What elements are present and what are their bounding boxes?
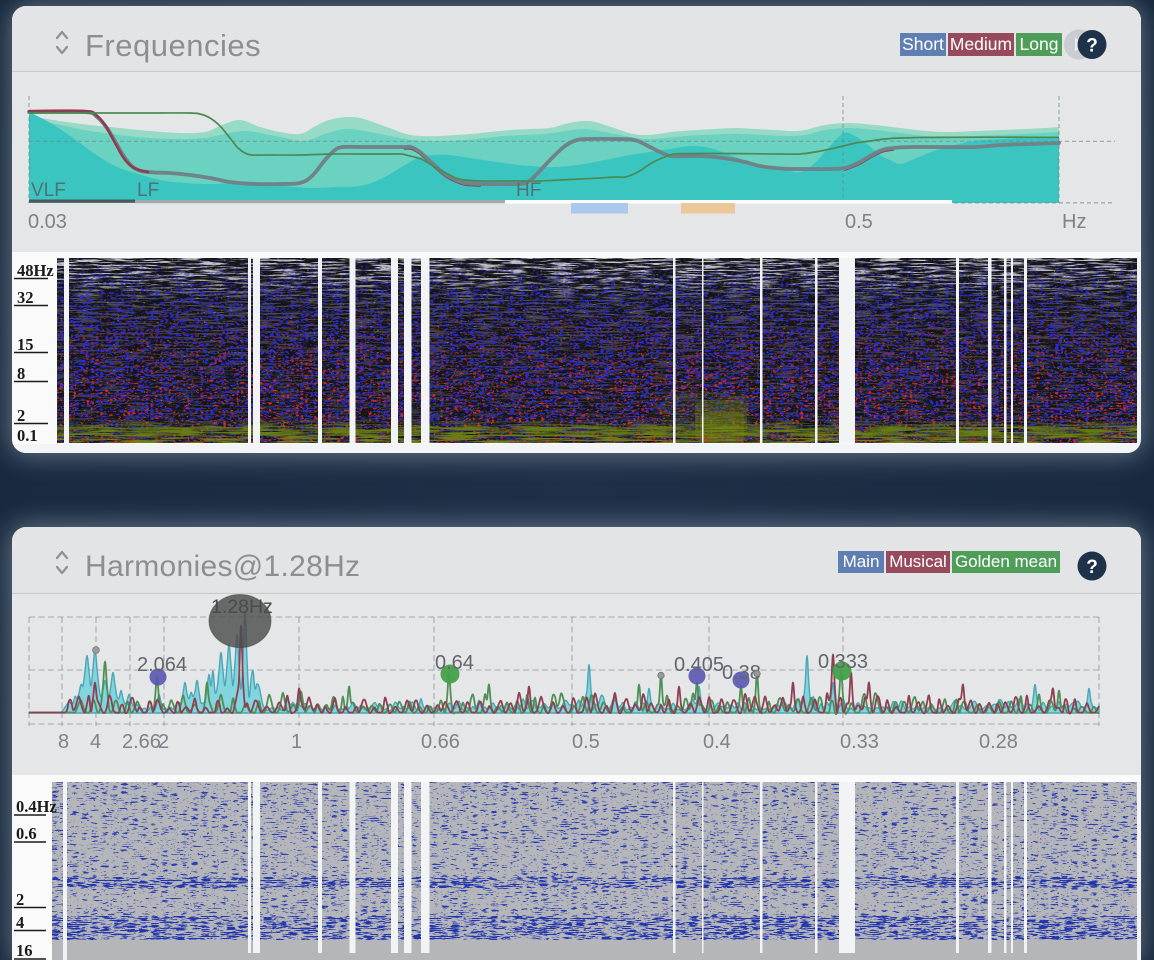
svg-text:0.28: 0.28	[979, 731, 1018, 753]
svg-text:0.4: 0.4	[703, 731, 731, 753]
svg-text:0.6: 0.6	[16, 824, 37, 843]
svg-text:8: 8	[17, 364, 25, 383]
svg-text:2.66: 2.66	[122, 731, 161, 753]
svg-text:1.28Hz: 1.28Hz	[211, 596, 273, 618]
svg-text:HF: HF	[516, 180, 541, 201]
svg-text:Short: Short	[902, 34, 944, 54]
svg-text:0.33: 0.33	[840, 731, 879, 753]
svg-text:0.5: 0.5	[572, 731, 600, 753]
svg-text:48Hz: 48Hz	[17, 261, 54, 280]
svg-text:0.03: 0.03	[28, 211, 67, 233]
svg-text:2: 2	[158, 731, 169, 753]
svg-text:?: ?	[1086, 557, 1098, 578]
svg-text:Golden mean: Golden mean	[955, 552, 1057, 571]
svg-text:0.1: 0.1	[17, 426, 38, 445]
svg-text:Main: Main	[843, 552, 880, 571]
svg-text:2: 2	[17, 406, 25, 425]
svg-text:16: 16	[16, 941, 33, 960]
svg-text:?: ?	[1086, 36, 1098, 57]
svg-text:Medium: Medium	[950, 34, 1012, 54]
svg-text:LF: LF	[137, 180, 159, 201]
svg-text:Frequencies: Frequencies	[85, 28, 261, 63]
svg-text:0.66: 0.66	[421, 731, 460, 753]
svg-text:1: 1	[291, 731, 302, 753]
svg-text:2.064: 2.064	[137, 654, 187, 676]
svg-text:0.5: 0.5	[845, 211, 873, 233]
svg-text:0.405: 0.405	[674, 654, 724, 676]
svg-text:15: 15	[17, 335, 34, 354]
svg-text:2: 2	[16, 890, 24, 909]
svg-text:VLF: VLF	[31, 180, 66, 201]
svg-text:8: 8	[58, 731, 69, 753]
svg-text:0.4Hz: 0.4Hz	[16, 797, 57, 816]
svg-text:Musical: Musical	[889, 552, 947, 571]
svg-text:Long: Long	[1020, 34, 1059, 54]
svg-text:Harmonies@1.28Hz: Harmonies@1.28Hz	[85, 550, 360, 583]
svg-text:0.333: 0.333	[818, 651, 868, 673]
svg-text:0.64: 0.64	[435, 652, 474, 674]
svg-text:4: 4	[90, 731, 101, 753]
svg-text:4: 4	[16, 913, 24, 932]
svg-text:32: 32	[17, 288, 34, 307]
svg-text:Hz: Hz	[1062, 211, 1086, 233]
